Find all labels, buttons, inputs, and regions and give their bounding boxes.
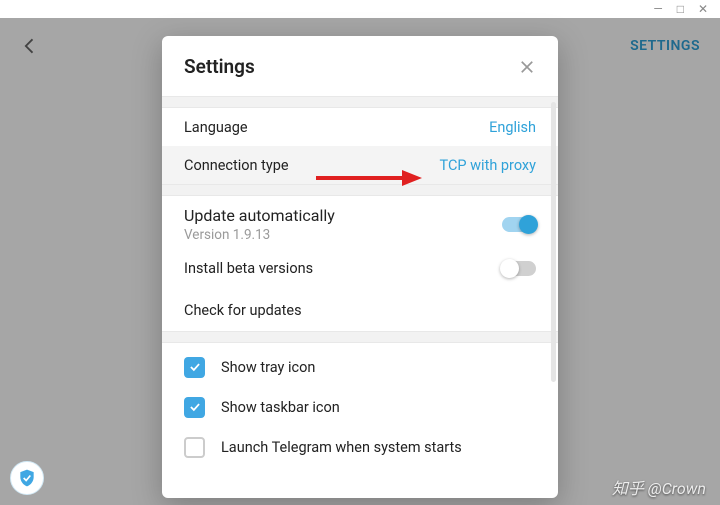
beta-label: Install beta versions: [184, 260, 313, 277]
install-beta-row[interactable]: Install beta versions: [162, 247, 558, 289]
close-icon[interactable]: [518, 58, 536, 76]
update-auto-toggle[interactable]: [502, 217, 536, 232]
minimize-button[interactable]: —: [653, 3, 662, 15]
scrollbar[interactable]: [551, 102, 556, 382]
modal-body: Language English Connection type TCP wit…: [162, 96, 558, 498]
language-label: Language: [184, 119, 248, 136]
show-taskbar-row[interactable]: Show taskbar icon: [162, 387, 558, 427]
update-automatically-row[interactable]: Update automatically Version 1.9.13: [162, 196, 558, 247]
check-updates-label: Check for updates: [184, 302, 302, 319]
verified-badge-icon[interactable]: [10, 461, 44, 495]
maximize-button[interactable]: □: [677, 3, 684, 15]
language-row[interactable]: Language English: [162, 108, 558, 146]
update-auto-label: Update automatically: [184, 206, 335, 225]
beta-toggle[interactable]: [502, 261, 536, 276]
autostart-checkbox[interactable]: [184, 437, 205, 458]
modal-title: Settings: [184, 55, 255, 78]
taskbar-checkbox[interactable]: [184, 397, 205, 418]
show-tray-row[interactable]: Show tray icon: [162, 347, 558, 387]
language-value: English: [489, 119, 536, 136]
connection-type-row[interactable]: Connection type TCP with proxy: [162, 146, 558, 184]
section-divider: [162, 184, 558, 196]
connection-value: TCP with proxy: [440, 157, 536, 174]
autostart-row[interactable]: Launch Telegram when system starts: [162, 427, 558, 467]
connection-label: Connection type: [184, 157, 289, 174]
taskbar-label: Show taskbar icon: [221, 399, 340, 416]
modal-header: Settings: [162, 36, 558, 96]
watermark-text: 知乎 @Crown: [612, 475, 706, 499]
section-divider: [162, 96, 558, 108]
autostart-label: Launch Telegram when system starts: [221, 439, 462, 456]
tray-checkbox[interactable]: [184, 357, 205, 378]
settings-modal: Settings Language English Connection typ…: [162, 36, 558, 498]
check-updates-row[interactable]: Check for updates: [162, 289, 558, 331]
version-label: Version 1.9.13: [184, 227, 335, 243]
close-window-button[interactable]: ✕: [698, 3, 708, 15]
section-divider: [162, 331, 558, 343]
window-titlebar: — □ ✕: [0, 0, 720, 18]
tray-label: Show tray icon: [221, 359, 315, 376]
